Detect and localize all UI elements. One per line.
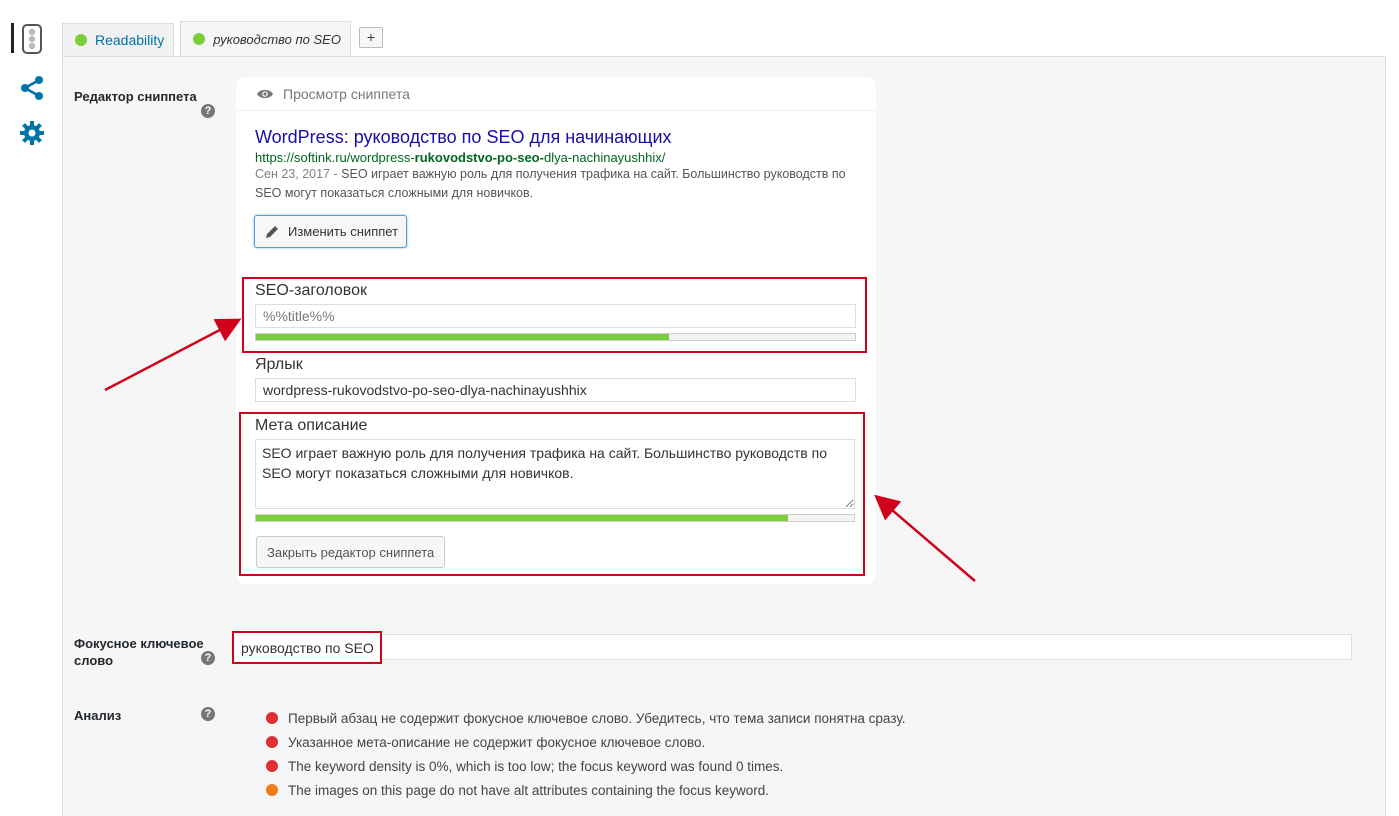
slug-label: Ярлык	[255, 356, 303, 373]
tab-focus-keyword[interactable]: руководство по SEO	[180, 21, 351, 56]
snippet-preview-header[interactable]: Просмотр сниппета	[236, 77, 876, 111]
traffic-light-icon[interactable]	[11, 21, 50, 57]
analysis-item: The images on this page do not have alt …	[266, 778, 905, 802]
help-icon[interactable]: ?	[201, 104, 215, 118]
analysis-label: Анализ	[74, 708, 122, 723]
status-dot-icon	[266, 736, 278, 748]
analysis-item: The keyword density is 0%, which is too …	[266, 754, 905, 778]
seo-title-label: SEO-заголовок	[255, 282, 368, 299]
tab-readability[interactable]: Readability	[62, 23, 175, 56]
status-dot-icon	[75, 34, 87, 46]
help-icon[interactable]: ?	[201, 651, 215, 665]
focus-keyword-label: Фокусное ключевое слово	[74, 636, 204, 668]
icon-rail	[0, 0, 62, 802]
help-icon[interactable]: ?	[201, 707, 215, 721]
snippet-description[interactable]: Сен 23, 2017 - SEO играет важную роль дл…	[255, 165, 860, 203]
slug-input[interactable]: wordpress-rukovodstvo-po-seo-dlya-nachin…	[255, 378, 856, 402]
meta-description-progress	[255, 514, 855, 522]
edit-snippet-label: Изменить сниппет	[288, 224, 399, 239]
status-dot-icon	[266, 712, 278, 724]
snippet-preview-title: Просмотр сниппета	[283, 85, 410, 102]
snippet-title[interactable]: WordPress: руководство по SEO для начина…	[255, 127, 672, 148]
analysis-list: Первый абзац не содержит фокусное ключев…	[266, 706, 905, 802]
seo-title-progress	[255, 333, 856, 341]
pencil-icon	[266, 225, 278, 238]
status-dot-icon	[193, 33, 206, 45]
gear-icon[interactable]	[14, 115, 50, 151]
tab-bar: Readability руководство по SEO +	[62, 21, 383, 56]
focus-keyword-input[interactable]	[233, 634, 1352, 660]
analysis-item: Первый абзац не содержит фокусное ключев…	[266, 706, 905, 730]
close-snippet-editor-button[interactable]: Закрыть редактор сниппета	[256, 536, 446, 568]
snippet-url[interactable]: https://softink.ru/wordpress-rukovodstvo…	[255, 150, 665, 165]
meta-description-label: Мета описание	[255, 417, 368, 434]
status-dot-icon	[266, 784, 278, 796]
status-dot-icon	[266, 760, 278, 772]
add-tab-button[interactable]: +	[358, 27, 383, 48]
tab-label: Readability	[95, 32, 165, 48]
analysis-item: Указанное мета-описание не содержит фоку…	[266, 730, 905, 754]
focus-keyword-value[interactable]: руководство по SEO	[232, 631, 382, 664]
tab-label: руководство по SEO	[213, 31, 341, 47]
eye-icon	[257, 89, 273, 98]
seo-title-input[interactable]: %%title%%	[255, 304, 856, 328]
meta-description-textarea[interactable]: SEO играет важную роль для получения тра…	[255, 439, 855, 509]
edit-snippet-button[interactable]: Изменить сниппет	[254, 215, 407, 248]
share-icon[interactable]	[14, 70, 50, 106]
snippet-editor-label: Редактор сниппета	[74, 89, 197, 104]
